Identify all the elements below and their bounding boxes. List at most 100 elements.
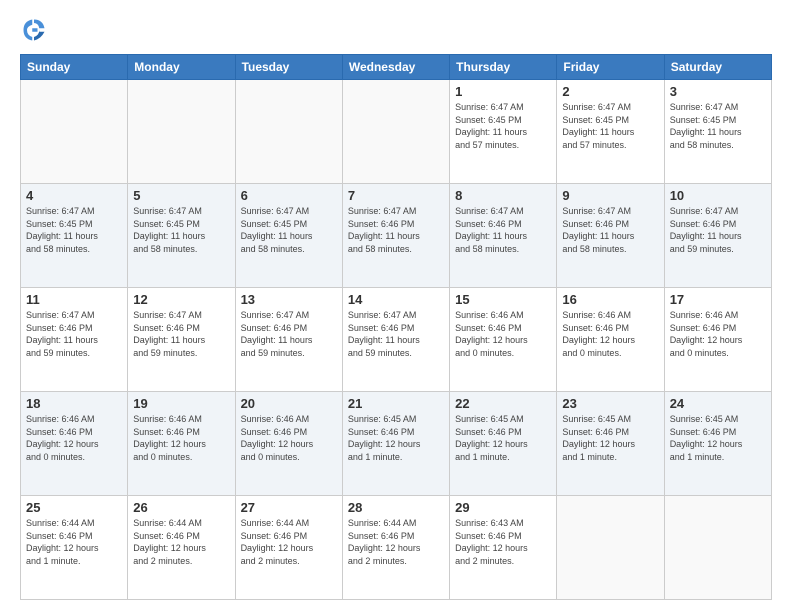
- calendar-day-cell: 18 Sunrise: 6:46 AMSunset: 6:46 PMDayligh…: [21, 392, 128, 496]
- day-info: Sunrise: 6:44 AMSunset: 6:46 PMDaylight:…: [133, 517, 229, 567]
- calendar-day-cell: 23 Sunrise: 6:45 AMSunset: 6:46 PMDayligh…: [557, 392, 664, 496]
- calendar-day-cell: 1Sunrise: 6:47 AMSunset: 6:45 PMDaylight…: [450, 80, 557, 184]
- day-number: 9: [562, 188, 658, 203]
- day-number: 14: [348, 292, 444, 307]
- day-info: Sunrise: 6:45 AMSunset: 6:46 PMDaylight:…: [670, 413, 766, 463]
- day-number: 10: [670, 188, 766, 203]
- calendar-day-cell: 26 Sunrise: 6:44 AMSunset: 6:46 PMDayligh…: [128, 496, 235, 600]
- calendar-day-cell: 9 Sunrise: 6:47 AMSunset: 6:46 PMDaylight…: [557, 184, 664, 288]
- calendar-day-cell: 13 Sunrise: 6:47 AMSunset: 6:46 PMDayligh…: [235, 288, 342, 392]
- day-info: Sunrise: 6:44 AMSunset: 6:46 PMDaylight:…: [26, 517, 122, 567]
- day-number: 15: [455, 292, 551, 307]
- calendar-day-cell: 8 Sunrise: 6:47 AMSunset: 6:46 PMDaylight…: [450, 184, 557, 288]
- day-of-week-header: Saturday: [664, 55, 771, 80]
- day-info: Sunrise: 6:46 AMSunset: 6:46 PMDaylight:…: [670, 309, 766, 359]
- calendar-day-cell: 27 Sunrise: 6:44 AMSunset: 6:46 PMDayligh…: [235, 496, 342, 600]
- calendar-day-cell: 12 Sunrise: 6:47 AMSunset: 6:46 PMDayligh…: [128, 288, 235, 392]
- day-of-week-header: Wednesday: [342, 55, 449, 80]
- day-info: Sunrise: 6:45 AMSunset: 6:46 PMDaylight:…: [348, 413, 444, 463]
- day-info: Sunrise: 6:47 AMSunset: 6:45 PMDaylight:…: [133, 205, 229, 255]
- day-info: Sunrise: 6:47 AMSunset: 6:45 PMDaylight:…: [670, 101, 766, 151]
- day-number: 6: [241, 188, 337, 203]
- day-number: 19: [133, 396, 229, 411]
- calendar-header-row: SundayMondayTuesdayWednesdayThursdayFrid…: [21, 55, 772, 80]
- day-of-week-header: Tuesday: [235, 55, 342, 80]
- day-number: 3: [670, 84, 766, 99]
- day-of-week-header: Thursday: [450, 55, 557, 80]
- day-info: Sunrise: 6:43 AMSunset: 6:46 PMDaylight:…: [455, 517, 551, 567]
- day-number: 18: [26, 396, 122, 411]
- calendar-day-cell: 25 Sunrise: 6:44 AMSunset: 6:46 PMDayligh…: [21, 496, 128, 600]
- day-number: 13: [241, 292, 337, 307]
- day-info: Sunrise: 6:47 AMSunset: 6:46 PMDaylight:…: [241, 309, 337, 359]
- day-info: Sunrise: 6:47 AMSunset: 6:45 PMDaylight:…: [241, 205, 337, 255]
- calendar-day-cell: 19 Sunrise: 6:46 AMSunset: 6:46 PMDayligh…: [128, 392, 235, 496]
- day-number: 5: [133, 188, 229, 203]
- calendar-day-cell: 11 Sunrise: 6:47 AMSunset: 6:46 PMDayligh…: [21, 288, 128, 392]
- day-info: Sunrise: 6:47 AMSunset: 6:46 PMDaylight:…: [348, 309, 444, 359]
- calendar-day-cell: 5 Sunrise: 6:47 AMSunset: 6:45 PMDaylight…: [128, 184, 235, 288]
- day-number: 29: [455, 500, 551, 515]
- calendar-week-row: 18 Sunrise: 6:46 AMSunset: 6:46 PMDayligh…: [21, 392, 772, 496]
- calendar-day-cell: 20 Sunrise: 6:46 AMSunset: 6:46 PMDayligh…: [235, 392, 342, 496]
- day-number: 1: [455, 84, 551, 99]
- calendar-day-cell: [235, 80, 342, 184]
- calendar-day-cell: 22 Sunrise: 6:45 AMSunset: 6:46 PMDayligh…: [450, 392, 557, 496]
- calendar-day-cell: 7 Sunrise: 6:47 AMSunset: 6:46 PMDaylight…: [342, 184, 449, 288]
- day-number: 24: [670, 396, 766, 411]
- calendar-day-cell: 29 Sunrise: 6:43 AMSunset: 6:46 PMDayligh…: [450, 496, 557, 600]
- day-info: Sunrise: 6:46 AMSunset: 6:46 PMDaylight:…: [241, 413, 337, 463]
- calendar-day-cell: 14 Sunrise: 6:47 AMSunset: 6:46 PMDayligh…: [342, 288, 449, 392]
- day-number: 17: [670, 292, 766, 307]
- day-info: Sunrise: 6:47 AMSunset: 6:45 PMDaylight:…: [26, 205, 122, 255]
- day-number: 22: [455, 396, 551, 411]
- calendar-day-cell: 21 Sunrise: 6:45 AMSunset: 6:46 PMDayligh…: [342, 392, 449, 496]
- day-of-week-header: Monday: [128, 55, 235, 80]
- day-number: 26: [133, 500, 229, 515]
- day-number: 21: [348, 396, 444, 411]
- day-info: Sunrise: 6:47 AMSunset: 6:46 PMDaylight:…: [455, 205, 551, 255]
- header: [20, 16, 772, 44]
- day-number: 8: [455, 188, 551, 203]
- calendar-day-cell: 4 Sunrise: 6:47 AMSunset: 6:45 PMDaylight…: [21, 184, 128, 288]
- calendar-week-row: 4 Sunrise: 6:47 AMSunset: 6:45 PMDaylight…: [21, 184, 772, 288]
- day-number: 23: [562, 396, 658, 411]
- day-number: 20: [241, 396, 337, 411]
- day-info: Sunrise: 6:46 AMSunset: 6:46 PMDaylight:…: [455, 309, 551, 359]
- day-number: 16: [562, 292, 658, 307]
- day-info: Sunrise: 6:47 AMSunset: 6:45 PMDaylight:…: [562, 101, 658, 151]
- calendar-day-cell: [128, 80, 235, 184]
- day-info: Sunrise: 6:47 AMSunset: 6:46 PMDaylight:…: [133, 309, 229, 359]
- calendar-week-row: 25 Sunrise: 6:44 AMSunset: 6:46 PMDayligh…: [21, 496, 772, 600]
- calendar-day-cell: 10 Sunrise: 6:47 AMSunset: 6:46 PMDayligh…: [664, 184, 771, 288]
- day-number: 7: [348, 188, 444, 203]
- day-number: 12: [133, 292, 229, 307]
- calendar-week-row: 1 Sunrise: 6:47 AMSunset: 6:45 PMDaylight…: [21, 80, 772, 184]
- calendar-day-cell: 6 Sunrise: 6:47 AMSunset: 6:45 PMDaylight…: [235, 184, 342, 288]
- calendar-day-cell: 17 Sunrise: 6:46 AMSunset: 6:46 PMDayligh…: [664, 288, 771, 392]
- calendar-day-cell: [21, 80, 128, 184]
- calendar-table: SundayMondayTuesdayWednesdayThursdayFrid…: [20, 54, 772, 600]
- logo-icon: [20, 16, 48, 44]
- day-info: Sunrise: 6:47 AMSunset: 6:46 PMDaylight:…: [670, 205, 766, 255]
- day-info: Sunrise: 6:44 AMSunset: 6:46 PMDaylight:…: [348, 517, 444, 567]
- calendar-day-cell: 24 Sunrise: 6:45 AMSunset: 6:46 PMDayligh…: [664, 392, 771, 496]
- day-info: Sunrise: 6:47 AMSunset: 6:46 PMDaylight:…: [26, 309, 122, 359]
- day-number: 27: [241, 500, 337, 515]
- calendar-day-cell: 3 Sunrise: 6:47 AMSunset: 6:45 PMDaylight…: [664, 80, 771, 184]
- day-info: Sunrise: 6:46 AMSunset: 6:46 PMDaylight:…: [133, 413, 229, 463]
- day-number: 25: [26, 500, 122, 515]
- logo: [20, 16, 52, 44]
- day-number: 2: [562, 84, 658, 99]
- day-info: Sunrise: 6:45 AMSunset: 6:46 PMDaylight:…: [562, 413, 658, 463]
- day-info: Sunrise: 6:47 AMSunset: 6:46 PMDaylight:…: [562, 205, 658, 255]
- calendar-week-row: 11 Sunrise: 6:47 AMSunset: 6:46 PMDayligh…: [21, 288, 772, 392]
- day-number: 4: [26, 188, 122, 203]
- day-number: 11: [26, 292, 122, 307]
- day-info: Sunrise: 6:45 AMSunset: 6:46 PMDaylight:…: [455, 413, 551, 463]
- day-number: 28: [348, 500, 444, 515]
- day-info: Sunrise: 6:46 AMSunset: 6:46 PMDaylight:…: [26, 413, 122, 463]
- page: SundayMondayTuesdayWednesdayThursdayFrid…: [0, 0, 792, 612]
- day-info: Sunrise: 6:44 AMSunset: 6:46 PMDaylight:…: [241, 517, 337, 567]
- day-info: Sunrise: 6:47 AMSunset: 6:46 PMDaylight:…: [348, 205, 444, 255]
